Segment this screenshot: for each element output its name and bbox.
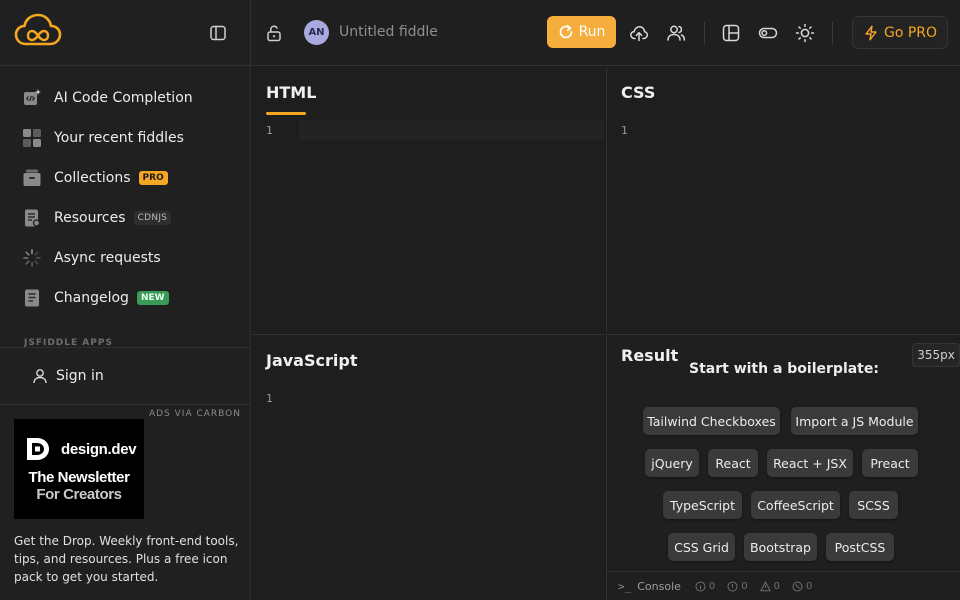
line-number: 1 (621, 124, 628, 137)
html-editor-pane[interactable]: HTML 1 (252, 67, 605, 333)
active-line-highlight (299, 120, 604, 140)
lock-icon[interactable] (265, 24, 283, 42)
sidebar-toggle-icon[interactable] (209, 24, 227, 42)
apps-section-label: JSFIDDLE APPS (24, 338, 113, 347)
ad-text[interactable]: Get the Drop. Weekly front-end tools, ti… (14, 532, 242, 586)
html-pane-title[interactable]: HTML (266, 83, 316, 102)
console-info-count: 0 (727, 581, 748, 592)
document-icon (22, 208, 42, 228)
console-label: Console (637, 579, 681, 593)
user-icon (33, 369, 47, 384)
sidebar-item-label: Resources (54, 210, 126, 226)
ad-brand-name: design.dev (61, 440, 137, 458)
console-bar[interactable]: >_ Console 0 0 0 0 (607, 571, 960, 600)
refresh-icon (559, 24, 572, 39)
line-number: 1 (266, 124, 273, 137)
console-warning-count: 0 (759, 581, 780, 592)
layout-icon[interactable] (721, 23, 741, 43)
sidebar-item-recent-fiddles[interactable]: Your recent fiddles (0, 118, 250, 158)
new-badge: NEW (136, 291, 169, 305)
sidebar-item-changelog[interactable]: Changelog NEW (0, 278, 250, 318)
sidebar-item-label: Async requests (54, 250, 161, 266)
boilerplate-chip[interactable]: CSS Grid (668, 533, 735, 561)
sidebar-header (0, 0, 250, 66)
info-icon (695, 581, 706, 591)
sidebar-item-async-requests[interactable]: Async requests (0, 238, 250, 278)
run-label: Run (578, 24, 606, 40)
boilerplate-chip[interactable]: React (708, 449, 758, 477)
boilerplate-chip[interactable]: Bootstrap (744, 533, 817, 561)
avatar[interactable]: AN (304, 20, 329, 45)
boilerplate-chip[interactable]: PostCSS (826, 533, 894, 561)
ad-subheadline: For Creators (36, 486, 122, 503)
warning-icon (759, 581, 771, 591)
toggle-icon[interactable] (758, 23, 778, 43)
grid-icon (22, 128, 42, 148)
toolbar-divider (704, 22, 705, 44)
sun-icon[interactable] (795, 23, 815, 43)
circle-icon (727, 581, 738, 591)
sign-in-label: Sign in (56, 368, 104, 384)
sidebar-item-label: Changelog (54, 290, 129, 306)
boilerplate-chip[interactable]: Import a JS Module (791, 407, 918, 435)
boilerplate-chip[interactable]: React + JSX (767, 449, 853, 477)
toolbar-divider (832, 22, 833, 44)
sidebar-nav: AI Code Completion Your recent fiddles C… (0, 78, 250, 318)
run-button[interactable]: Run (547, 16, 616, 48)
loader-icon (22, 248, 42, 268)
cdnjs-badge: CDNJS (133, 211, 172, 225)
ad-brand: design.dev (24, 435, 137, 463)
js-pane-title[interactable]: JavaScript (266, 351, 357, 370)
upload-cloud-icon[interactable] (629, 23, 649, 43)
error-icon (792, 581, 803, 591)
boilerplate-heading: Start with a boilerplate: (689, 361, 879, 377)
design-dev-logo-icon (27, 438, 49, 460)
boilerplate-chip[interactable]: TypeScript (663, 491, 742, 519)
ai-code-icon (22, 88, 42, 108)
boilerplate-chip[interactable]: Tailwind Checkboxes (643, 407, 780, 435)
ad-headline: The Newsletter (28, 469, 130, 486)
boilerplate-chip[interactable]: SCSS (849, 491, 898, 519)
sidebar-item-label: AI Code Completion (54, 90, 193, 106)
sidebar-item-label: Collections (54, 170, 131, 186)
js-editor-pane[interactable]: JavaScript 1 (252, 334, 605, 600)
ad-image[interactable]: design.dev The Newsletter For Creators (14, 419, 144, 519)
boilerplate-chip[interactable]: jQuery (645, 449, 699, 477)
fiddle-title[interactable]: Untitled fiddle (339, 24, 438, 40)
list-doc-icon (22, 288, 42, 308)
sidebar: AI Code Completion Your recent fiddles C… (0, 0, 251, 600)
box-icon (22, 168, 42, 188)
boilerplate-chip[interactable]: Preact (862, 449, 918, 477)
css-editor-pane[interactable]: CSS 1 (606, 67, 960, 333)
pro-badge: PRO (138, 171, 168, 185)
ads-label[interactable]: ADS VIA CARBON (149, 409, 241, 419)
sidebar-item-label: Your recent fiddles (54, 130, 184, 146)
css-pane-title[interactable]: CSS (621, 83, 655, 102)
sidebar-item-resources[interactable]: Resources CDNJS (0, 198, 250, 238)
lightning-icon (865, 25, 877, 40)
terminal-icon: >_ (618, 579, 632, 593)
console-error-count: 0 (792, 581, 812, 592)
sidebar-item-ai-code-completion[interactable]: AI Code Completion (0, 78, 250, 118)
go-pro-label: Go PRO (883, 24, 938, 41)
sidebar-item-collections[interactable]: Collections PRO (0, 158, 250, 198)
users-icon[interactable] (666, 23, 686, 43)
sign-in-button[interactable]: Sign in (0, 347, 250, 405)
active-tab-indicator (266, 112, 306, 115)
console-log-count: 0 (695, 581, 715, 592)
boilerplate-chip[interactable]: CoffeeScript (751, 491, 840, 519)
result-pane: Result 355px Start with a boilerplate: T… (606, 334, 960, 600)
go-pro-button[interactable]: Go PRO (852, 16, 948, 49)
top-toolbar: AN Untitled fiddle Run Go PRO (251, 0, 960, 66)
line-number: 1 (266, 392, 273, 405)
jsfiddle-logo-icon[interactable] (14, 12, 62, 50)
